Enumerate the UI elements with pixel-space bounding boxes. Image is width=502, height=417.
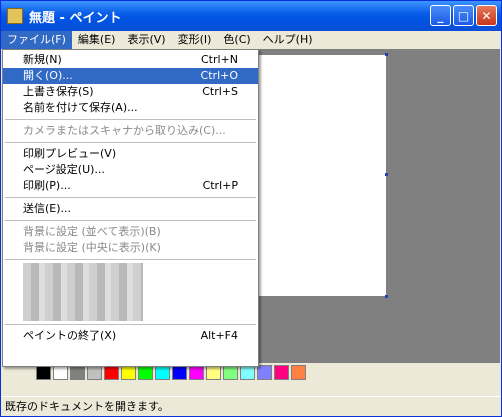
file-menu-from-scanner-label: カメラまたはスキャナから取り込み(C)... xyxy=(23,124,226,137)
canvas-resize-handle-right[interactable] xyxy=(385,173,388,176)
minimize-button[interactable]: _ xyxy=(430,5,451,26)
file-menu-bg-tile: 背景に設定 (並べて表示)(B) xyxy=(3,224,258,240)
palette-swatch-13[interactable] xyxy=(257,364,272,380)
file-menu-send[interactable]: 送信(E)... xyxy=(3,201,258,217)
file-menu-exit-label: ペイントの終了(X) xyxy=(23,329,117,342)
menu-edit[interactable]: 編集(E) xyxy=(72,31,122,49)
file-menu-dropdown: 新規(N) Ctrl+N 開く(O)... Ctrl+O 上書き保存(S) Ct… xyxy=(2,49,259,367)
menu-separator xyxy=(5,119,256,120)
file-menu-print-label: 印刷(P)... xyxy=(23,179,71,192)
file-menu-save-label: 上書き保存(S) xyxy=(23,85,94,98)
file-menu-bg-center: 背景に設定 (中央に表示)(K) xyxy=(3,240,258,256)
maximize-icon: □ xyxy=(457,9,470,23)
window-title: 無題 - ペイント xyxy=(29,10,122,26)
caption-buttons: _ □ ✕ xyxy=(430,5,497,26)
file-menu-new[interactable]: 新規(N) Ctrl+N xyxy=(3,52,258,68)
menu-help[interactable]: ヘルプ(H) xyxy=(257,31,319,49)
close-button[interactable]: ✕ xyxy=(476,5,497,26)
file-menu-page-setup[interactable]: ページ設定(U)... xyxy=(3,162,258,178)
file-menu-new-label: 新規(N) xyxy=(23,53,62,66)
file-menu-open[interactable]: 開く(O)... Ctrl+O xyxy=(3,68,258,84)
menu-separator xyxy=(5,142,256,143)
paint-app-icon[interactable] xyxy=(7,8,23,24)
file-menu-bg-tile-label: 背景に設定 (並べて表示)(B) xyxy=(23,225,161,238)
palette-swatch-15[interactable] xyxy=(291,364,306,380)
canvas-resize-handle-bottom-right[interactable] xyxy=(385,295,388,298)
file-menu-send-label: 送信(E)... xyxy=(23,202,72,215)
file-menu-print-preview-label: 印刷プレビュー(V) xyxy=(23,147,117,160)
file-menu-save-shortcut: Ctrl+S xyxy=(202,85,238,98)
menu-bar: ファイル(F) 編集(E) 表示(V) 変形(I) 色(C) ヘルプ(H) xyxy=(1,31,501,49)
file-menu-open-label: 開く(O)... xyxy=(23,69,73,82)
title-bar[interactable]: 無題 - ペイント _ □ ✕ xyxy=(1,1,501,31)
file-menu-from-scanner: カメラまたはスキャナから取り込み(C)... xyxy=(3,123,258,139)
menu-separator xyxy=(5,324,256,325)
file-menu-bg-center-label: 背景に設定 (中央に表示)(K) xyxy=(23,241,161,254)
palette-swatch-14[interactable] xyxy=(274,364,289,380)
menu-view[interactable]: 表示(V) xyxy=(121,31,171,49)
file-menu-print-shortcut: Ctrl+P xyxy=(202,179,238,192)
file-menu-new-shortcut: Ctrl+N xyxy=(200,53,238,66)
file-menu-exit-shortcut: Alt+F4 xyxy=(200,329,238,342)
menu-separator xyxy=(5,197,256,198)
recent-files-blurred[interactable] xyxy=(23,263,143,321)
menu-file[interactable]: ファイル(F) xyxy=(1,31,72,49)
minimize-icon: _ xyxy=(437,9,444,23)
status-bar: 既存のドキュメントを開きます。 xyxy=(1,396,501,416)
close-icon: ✕ xyxy=(481,9,492,23)
menu-image[interactable]: 変形(I) xyxy=(172,31,218,49)
menu-colors[interactable]: 色(C) xyxy=(217,31,256,49)
maximize-button[interactable]: □ xyxy=(453,5,474,26)
canvas-resize-handle-top-right[interactable] xyxy=(385,53,388,56)
file-menu-print-preview[interactable]: 印刷プレビュー(V) xyxy=(3,146,258,162)
menu-separator xyxy=(5,259,256,260)
file-menu-save[interactable]: 上書き保存(S) Ctrl+S xyxy=(3,84,258,100)
file-menu-print[interactable]: 印刷(P)... Ctrl+P xyxy=(3,178,258,194)
file-menu-save-as[interactable]: 名前を付けて保存(A)... xyxy=(3,100,258,116)
file-menu-page-setup-label: ページ設定(U)... xyxy=(23,163,105,176)
file-menu-exit[interactable]: ペイントの終了(X) Alt+F4 xyxy=(3,328,258,344)
status-text: 既存のドキュメントを開きます。 xyxy=(5,400,169,413)
menu-separator xyxy=(5,220,256,221)
file-menu-open-shortcut: Ctrl+O xyxy=(200,69,238,82)
paint-window: 無題 - ペイント _ □ ✕ ファイル(F) 編集(E) 表示(V) 変形(I… xyxy=(0,0,502,417)
file-menu-save-as-label: 名前を付けて保存(A)... xyxy=(23,101,138,114)
